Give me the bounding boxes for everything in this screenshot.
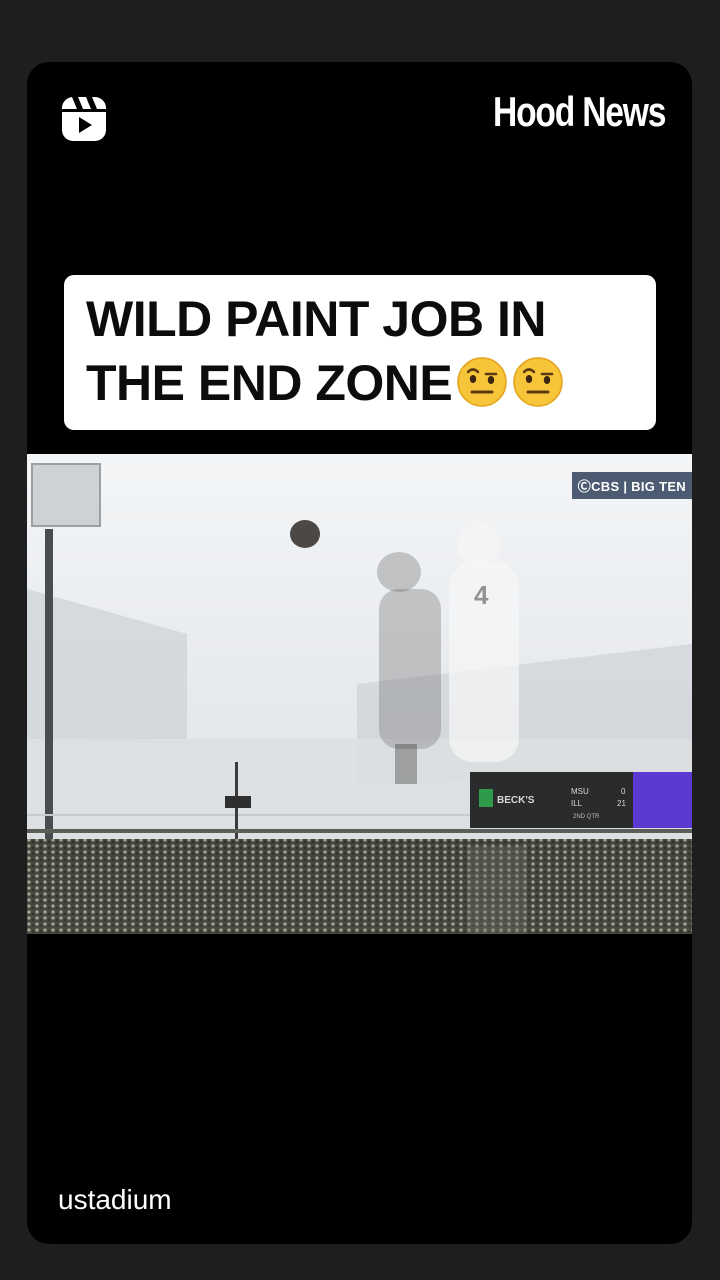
video-frame-image: 4 BECK'S MSU 0 ILL 21 2ND QTR [27, 454, 692, 934]
reels-icon[interactable] [59, 94, 109, 144]
scoreboard-team-2: ILL [571, 799, 583, 808]
scoreboard-score-1: 0 [621, 787, 626, 796]
brand-name[interactable]: Hood News [493, 88, 666, 136]
scoreboard-period: 2ND QTR [573, 814, 600, 820]
scoreboard-sponsor: BECK'S [497, 795, 535, 806]
scoreboard-team-1: MSU [571, 787, 589, 796]
scoreboard-score-2: 21 [617, 799, 626, 808]
broadcaster-badge: ⒸCBS | BIG TEN [571, 472, 692, 499]
caption-line-2-wrap: THE END ZONE [86, 351, 636, 415]
raised-eyebrow-emoji-icon [457, 357, 507, 407]
svg-text:4: 4 [474, 580, 489, 610]
video-player[interactable]: 4 BECK'S MSU 0 ILL 21 2ND QTR ⒸCBS | BIG… [27, 454, 692, 934]
account-username[interactable]: ustadium [58, 1184, 172, 1216]
raised-eyebrow-emoji-icon [513, 357, 563, 407]
caption-line-1: WILD PAINT JOB IN [86, 291, 547, 347]
reel-frame[interactable]: Hood News WILD PAINT JOB IN THE END ZONE [27, 62, 692, 1244]
caption-box: WILD PAINT JOB IN THE END ZONE [64, 275, 656, 430]
caption-line-2: THE END ZONE [86, 355, 453, 411]
